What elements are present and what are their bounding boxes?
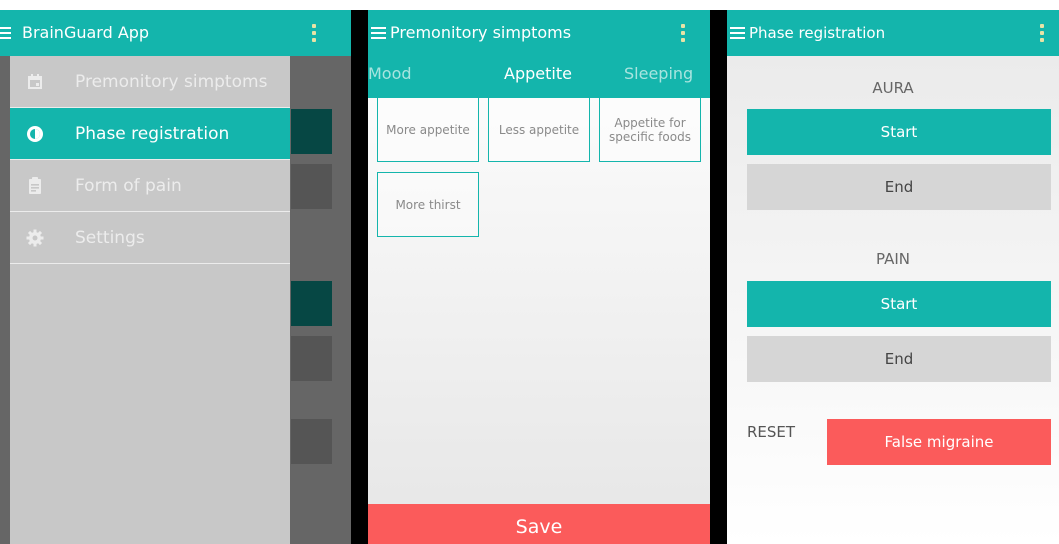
more-options-icon[interactable]: [312, 24, 316, 42]
drawer-screen: BrainGuard App Premonitory simptoms Phas…: [0, 10, 351, 544]
background-card: [291, 164, 332, 209]
tab-bar: Mood Appetite Sleeping: [368, 56, 710, 98]
more-options-icon[interactable]: [681, 24, 685, 42]
reset-label[interactable]: RESET: [747, 423, 795, 441]
tab-mood[interactable]: Mood: [368, 56, 412, 92]
calendar-icon: [28, 74, 42, 89]
pain-heading: PAIN: [876, 250, 910, 268]
option-more-appetite[interactable]: More appetite: [377, 97, 479, 162]
drawer-item-settings[interactable]: Settings: [10, 212, 290, 264]
menu-icon[interactable]: [371, 27, 386, 39]
pain-start-button[interactable]: Start: [747, 281, 1051, 327]
drawer-item-premonitory-simptoms[interactable]: Premonitory simptoms: [10, 56, 290, 108]
phase-registration-screen: Phase registration AURA Start End PAIN S…: [727, 10, 1059, 544]
app-bar: BrainGuard App: [0, 10, 351, 56]
option-more-thirst[interactable]: More thirst: [377, 172, 479, 237]
drawer-item-form-of-pain[interactable]: Form of pain: [10, 160, 290, 212]
aura-heading: AURA: [872, 79, 914, 97]
navigation-drawer: Premonitory simptoms Phase registration …: [10, 56, 290, 544]
tab-sleeping[interactable]: Sleeping: [624, 56, 693, 92]
background-card: [291, 336, 332, 381]
option-less-appetite[interactable]: Less appetite: [488, 97, 590, 162]
drawer-item-phase-registration[interactable]: Phase registration: [10, 108, 290, 160]
clock-icon: [27, 126, 43, 142]
page-title: Phase registration: [749, 24, 886, 42]
tab-appetite[interactable]: Appetite: [504, 56, 572, 92]
premonitory-screen: Premonitory simptoms Mood Appetite Sleep…: [368, 10, 710, 544]
clipboard-icon: [29, 177, 41, 194]
panel-divider: [710, 10, 727, 544]
app-bar: Phase registration: [727, 10, 1059, 56]
background-card: [291, 281, 332, 326]
pain-end-button[interactable]: End: [747, 336, 1051, 382]
false-migraine-button[interactable]: False migraine: [827, 419, 1051, 465]
aura-end-button[interactable]: End: [747, 164, 1051, 210]
drawer-item-label: Phase registration: [75, 124, 230, 144]
app-bar: Premonitory simptoms: [368, 10, 710, 56]
save-button[interactable]: Save: [368, 504, 710, 544]
menu-icon[interactable]: [730, 27, 745, 39]
drawer-item-label: Premonitory simptoms: [75, 72, 268, 92]
more-options-icon[interactable]: [1040, 24, 1044, 42]
menu-icon[interactable]: [0, 27, 11, 39]
drawer-item-label: Settings: [75, 228, 145, 248]
app-title: BrainGuard App: [22, 23, 150, 42]
panel-divider: [351, 10, 368, 544]
background-card: [291, 109, 332, 154]
option-appetite-specific-foods[interactable]: Appetite for specific foods: [599, 97, 701, 162]
page-title: Premonitory simptoms: [390, 23, 572, 42]
gear-icon: [26, 229, 44, 247]
background-card: [291, 419, 332, 464]
drawer-item-label: Form of pain: [75, 176, 182, 196]
aura-start-button[interactable]: Start: [747, 109, 1051, 155]
